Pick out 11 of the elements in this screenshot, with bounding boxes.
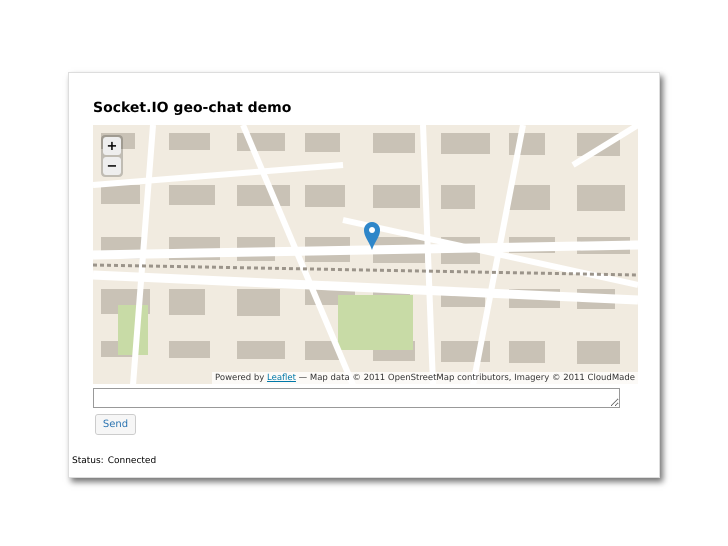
marker-icon: [363, 221, 381, 251]
map-attribution: Powered by Leaflet — Map data © 2011 OpenStreetMap contributors, Imagery © 2011 CloudMade: [212, 372, 638, 384]
send-button[interactable]: Send: [95, 414, 136, 435]
leaflet-link[interactable]: Leaflet: [267, 373, 296, 383]
page-title: Socket.IO geo-chat demo: [93, 101, 292, 115]
message-field[interactable]: [93, 388, 620, 408]
status-value: Connected: [108, 455, 156, 468]
status-label: Status:: [72, 455, 104, 468]
map[interactable]: + − Powered by Leaflet — Map data © 2011 OpenStreetMap contributors, Imagery © 2011 CloudMade: [93, 125, 638, 384]
zoom-out-button[interactable]: −: [103, 157, 121, 175]
zoom-in-button[interactable]: +: [103, 137, 121, 155]
